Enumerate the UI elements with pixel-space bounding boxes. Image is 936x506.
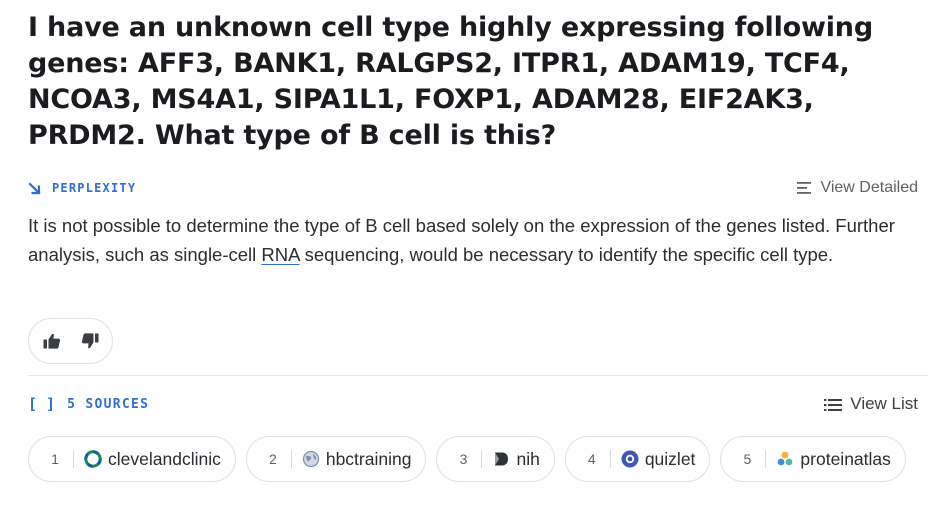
source-chip[interactable]: 1 clevelandclinic [28,436,236,482]
clevelandclinic-icon [84,450,102,468]
source-chip[interactable]: 2 hbctraining [245,436,427,482]
view-detailed-label: View Detailed [820,179,918,196]
answer-header: PERPLEXITY View Detailed [28,178,918,198]
list-icon [824,397,843,411]
thumbs-down-icon[interactable] [80,331,100,351]
brackets-icon: [ ] [28,395,56,413]
chip-divider [73,450,74,468]
chip-divider [765,450,767,468]
view-list-label: View List [850,394,918,413]
source-name: proteinatlas [800,448,891,469]
source-number: 4 [587,451,596,467]
sources-list: 1 clevelandclinic 2 hbctraining 3 nih 4 … [28,436,906,482]
source-number: 2 [268,451,277,467]
nih-icon [492,450,510,468]
arrow-down-right-icon [28,181,42,195]
source-name: nih [516,448,540,469]
source-name: quizlet [644,448,696,469]
source-number: 3 [459,451,468,467]
view-list-button[interactable]: View List [824,394,918,414]
section-divider [28,375,928,376]
source-name: clevelandclinic [108,448,221,469]
question-title: I have an unknown cell type highly expre… [28,12,873,151]
quizlet-icon [621,450,639,468]
sources-count-label: 5 SOURCES [67,396,150,412]
brand-label: PERPLEXITY [52,181,137,195]
feedback-group [28,318,113,364]
source-chip[interactable]: 5 proteinatlas [720,436,906,482]
chip-divider [290,450,292,468]
answer-source-brand: PERPLEXITY [28,181,136,195]
proteinatlas-icon [776,450,794,468]
text-lines-icon [796,181,812,195]
source-name: hbctraining [325,448,412,469]
answer-text-part: sequencing, would be necessary to identi… [299,244,834,265]
source-number: 1 [51,451,59,467]
view-detailed-button[interactable]: View Detailed [796,179,918,197]
sources-title: [ ] 5 SOURCES [28,395,149,413]
chip-divider [609,450,611,468]
source-chip[interactable]: 3 nih [436,436,555,482]
rna-link[interactable]: RNA [261,244,299,265]
globe-icon [302,450,320,468]
source-number: 5 [743,451,752,467]
sources-header: [ ] 5 SOURCES View List [28,394,918,414]
answer-text: It is not possible to determine the type… [28,211,908,269]
source-chip[interactable]: 4 quizlet [564,436,711,482]
chip-divider [481,450,483,468]
thumbs-up-icon[interactable] [42,331,62,351]
